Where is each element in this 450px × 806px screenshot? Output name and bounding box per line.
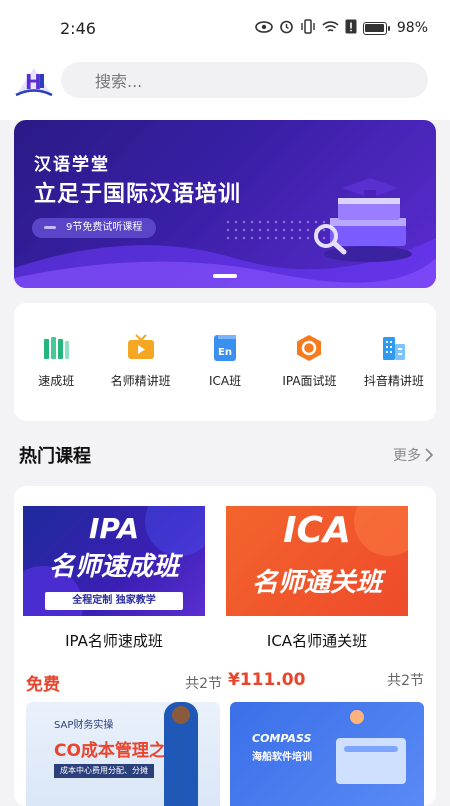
category-label: 抖音精讲班 [363, 374, 424, 388]
person-head-icon [350, 710, 364, 724]
section-title: 热门课程 [19, 446, 91, 467]
thumb-title-line2: 名师速成班 [48, 552, 179, 582]
category-label: 名师精讲班 [110, 374, 171, 388]
svg-text:H: H [25, 70, 42, 94]
hot-courses-header: 热门课程 更多 [0, 440, 450, 470]
monitor-illustration-icon [336, 738, 406, 784]
thumb-title: COMPASS [252, 732, 312, 745]
course-name[interactable]: IPA名师速成班 [23, 630, 205, 651]
thumb-subtitle: 成本中心费用分配、分摊 [54, 764, 154, 778]
books-illustration-icon [314, 178, 412, 262]
thumb-subtitle: 海船软件培训 [252, 752, 312, 763]
search-input[interactable]: 搜索... [61, 62, 428, 98]
course-lessons: 共2节 [387, 673, 424, 689]
course-thumbnail-sap[interactable]: SAP财务实操 CO成本管理之 成本中心费用分配、分摊 [26, 702, 220, 806]
alarm-icon [279, 19, 294, 37]
app-logo[interactable]: H [14, 62, 54, 98]
person-head-icon [172, 706, 190, 724]
thumb-title-line2: 名师通关班 [251, 568, 382, 598]
course-lessons: 共2节 [185, 675, 222, 692]
promo-banner[interactable]: 汉语学堂 立足于国际汉语培训 9节免费试听课程 [14, 120, 436, 288]
category-item-teacher[interactable]: 名师精讲班 [98, 333, 182, 421]
category-label: ICA班 [208, 374, 242, 388]
thumb-title: CO成本管理之 [54, 741, 166, 761]
category-label: 速成班 [38, 374, 75, 388]
course-thumbnail-compass[interactable]: COMPASS 海船软件培训 [230, 702, 424, 806]
course-name[interactable]: ICA名师通关班 [226, 630, 408, 651]
more-label: 更多 [393, 448, 421, 464]
category-item-speed[interactable]: 速成班 [14, 333, 98, 421]
eye-icon [255, 20, 273, 36]
course-card-ipa[interactable]: IPA 名师速成班 全程定制 独家教学 IPA名师速成班 [23, 506, 205, 651]
alert-icon [345, 19, 357, 37]
thumb-title-line1: ICA [283, 510, 351, 551]
banner-title-small: 汉语学堂 [34, 155, 110, 175]
hexagon-icon [297, 335, 322, 361]
course-card-ica[interactable]: ICA 名师通关班 ICA名师通关班 [226, 506, 408, 651]
category-grid: 速成班 名师精讲班 En ICA班 IPA面试班 抖音精讲班 [14, 303, 436, 421]
status-time: 2:46 [60, 18, 96, 38]
banner-indicator [213, 274, 237, 278]
hot-courses-card: IPA 名师速成班 全程定制 独家教学 IPA名师速成班 ICA 名师通关班 I… [14, 486, 436, 806]
thumb-top-text: SAP财务实操 [54, 720, 114, 731]
svg-text:En: En [218, 347, 232, 358]
search-placeholder: 搜索... [95, 72, 143, 91]
books-icon [44, 337, 70, 359]
monitor-bar [344, 746, 398, 752]
course-thumbnail[interactable]: ICA 名师通关班 [226, 506, 408, 616]
course-price: 免费 [26, 675, 60, 695]
banner-title-large: 立足于国际汉语培训 [34, 182, 242, 207]
category-label: IPA面试班 [282, 374, 337, 388]
battery-percent: 98% [396, 20, 428, 36]
buildings-icon [382, 337, 405, 360]
tv-icon [127, 334, 154, 359]
thumb-tag: 全程定制 独家教学 [45, 592, 183, 610]
app-header: H 搜索... [0, 56, 450, 104]
course-meta-ica: ¥111.00 共2节 [228, 670, 424, 690]
en-doc-icon: En [214, 335, 237, 361]
course-thumbnail[interactable]: IPA 名师速成班 全程定制 独家教学 [23, 506, 205, 616]
thumb-title-line1: IPA [88, 512, 140, 545]
wifi-icon [322, 20, 339, 37]
course-meta-ipa: 免费 共2节 [26, 670, 222, 695]
category-item-douyin[interactable]: 抖音精讲班 [352, 333, 436, 421]
more-link[interactable]: 更多 [393, 445, 434, 465]
status-bar: 2:46 98% [0, 0, 450, 56]
banner-pill[interactable]: 9节免费试听课程 [32, 218, 157, 238]
category-item-ica[interactable]: En ICA班 [183, 333, 267, 421]
course-price: ¥111.00 [228, 670, 306, 690]
status-icons: 98% [255, 19, 428, 37]
vibrate-icon [300, 19, 316, 37]
chevron-right-icon [425, 448, 434, 462]
battery-icon [362, 21, 390, 35]
category-item-ipa[interactable]: IPA面试班 [267, 333, 351, 421]
